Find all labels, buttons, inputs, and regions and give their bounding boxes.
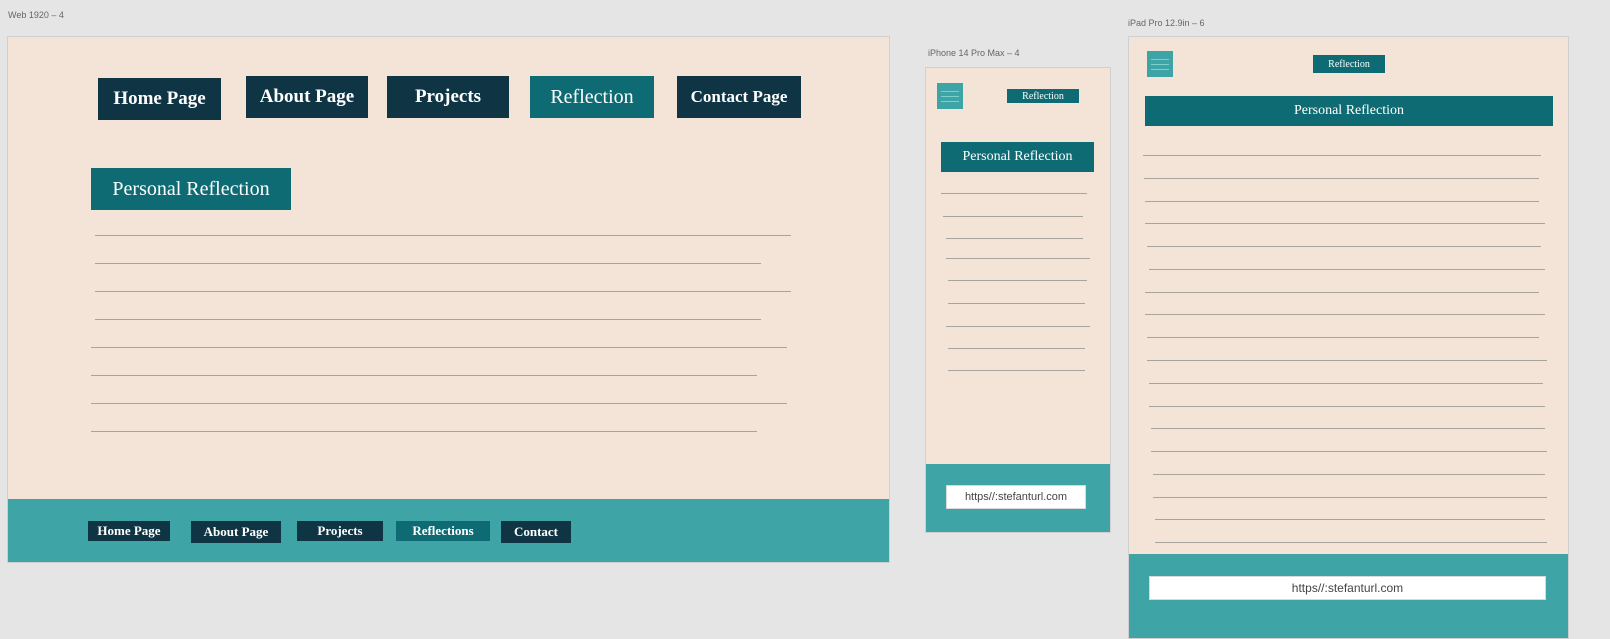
text-line	[946, 238, 1083, 239]
reflection-button[interactable]: Reflection	[1007, 89, 1079, 103]
text-line	[95, 235, 791, 236]
text-line	[1145, 223, 1545, 224]
text-line	[91, 431, 757, 432]
hamburger-menu-icon[interactable]	[937, 83, 963, 109]
url-field[interactable]: https//:stefanturl.com	[1149, 576, 1546, 600]
text-line	[948, 280, 1087, 281]
text-line	[948, 303, 1085, 304]
text-line	[1153, 497, 1547, 498]
text-line	[1149, 383, 1543, 384]
text-line	[946, 258, 1090, 259]
ipad-artboard: Reflection Personal Reflection https//:s…	[1128, 36, 1569, 639]
text-line	[1155, 519, 1545, 520]
text-line	[948, 348, 1085, 349]
nav-home-button[interactable]: Home Page	[98, 78, 221, 120]
text-line	[91, 375, 757, 376]
text-line	[1147, 360, 1547, 361]
text-line	[91, 347, 787, 348]
text-line	[95, 263, 761, 264]
reflection-button[interactable]: Reflection	[1313, 55, 1385, 73]
nav-contact-button[interactable]: Contact Page	[677, 76, 801, 118]
text-line	[1145, 292, 1539, 293]
text-line	[1144, 178, 1539, 179]
hamburger-menu-icon[interactable]	[1147, 51, 1173, 77]
nav-projects-button[interactable]: Projects	[387, 76, 509, 118]
text-line	[946, 326, 1090, 327]
web-artboard: Home Page About Page Projects Reflection…	[7, 36, 890, 563]
iphone-footer: https//:stefanturl.com	[926, 464, 1110, 532]
footer-contact-link[interactable]: Contact	[501, 521, 571, 543]
web-footer: Home Page About Page Projects Reflection…	[8, 499, 889, 562]
nav-reflection-button[interactable]: Reflection	[530, 76, 654, 118]
footer-reflections-link[interactable]: Reflections	[396, 521, 490, 541]
web-artboard-label: Web 1920 – 4	[8, 10, 64, 20]
text-line	[91, 403, 787, 404]
text-line	[943, 216, 1083, 217]
page-title: Personal Reflection	[91, 168, 291, 210]
page-title: Personal Reflection	[1145, 96, 1553, 126]
text-line	[1143, 155, 1541, 156]
iphone-artboard: Reflection Personal Reflection https//:s…	[925, 67, 1111, 533]
text-line	[95, 291, 791, 292]
footer-projects-link[interactable]: Projects	[297, 521, 383, 541]
text-line	[1147, 246, 1541, 247]
text-line	[941, 193, 1087, 194]
page-title: Personal Reflection	[941, 142, 1094, 172]
url-field[interactable]: https//:stefanturl.com	[946, 485, 1086, 509]
text-line	[1145, 314, 1545, 315]
text-line	[1145, 201, 1539, 202]
iphone-artboard-label: iPhone 14 Pro Max – 4	[928, 48, 1020, 58]
ipad-footer: https//:stefanturl.com	[1129, 554, 1568, 638]
footer-home-link[interactable]: Home Page	[88, 521, 170, 541]
nav-about-button[interactable]: About Page	[246, 76, 368, 118]
text-line	[1147, 337, 1539, 338]
ipad-artboard-label: iPad Pro 12.9in – 6	[1128, 18, 1205, 28]
text-line	[948, 370, 1085, 371]
text-line	[1153, 474, 1545, 475]
text-line	[1155, 542, 1547, 543]
text-line	[1149, 269, 1545, 270]
text-line	[1151, 451, 1547, 452]
text-line	[1149, 406, 1545, 407]
footer-about-link[interactable]: About Page	[191, 521, 281, 543]
text-line	[1151, 428, 1545, 429]
text-line	[95, 319, 761, 320]
